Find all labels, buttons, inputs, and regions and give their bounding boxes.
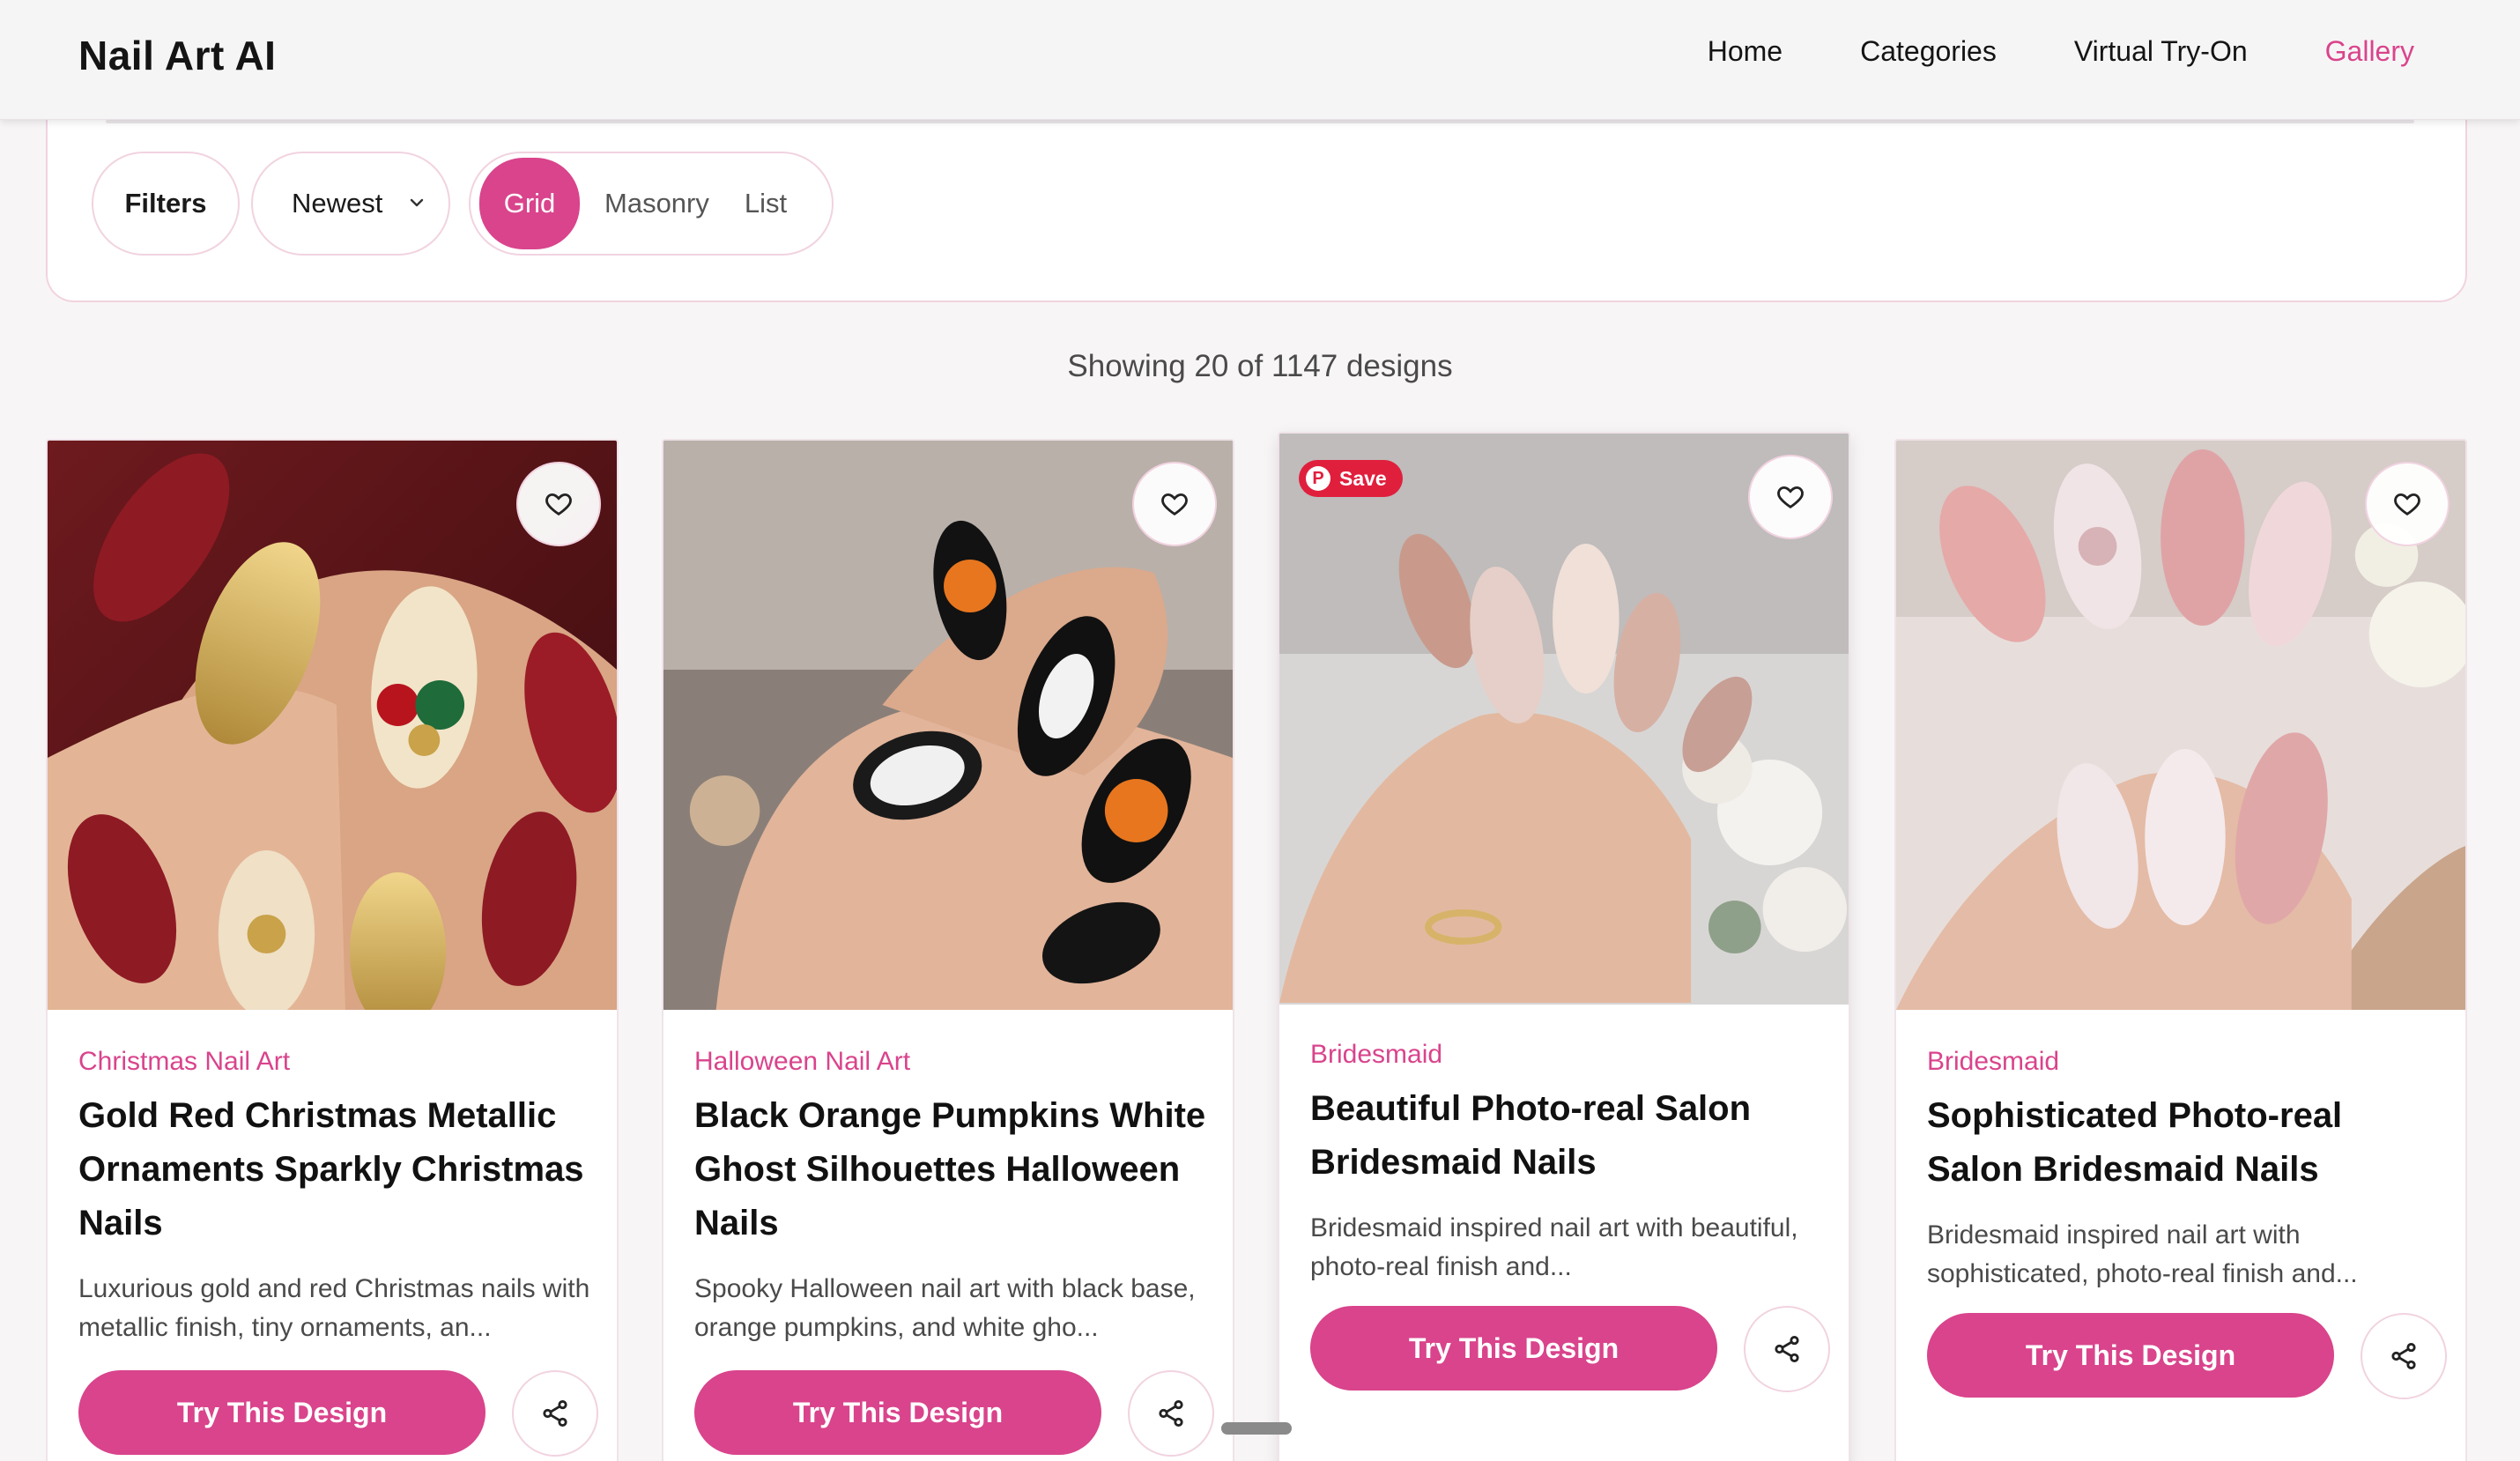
design-card[interactable]: Christmas Nail Art Gold Red Christmas Me… — [46, 439, 619, 1461]
card-category[interactable]: Bridesmaid — [1927, 1047, 2447, 1077]
card-title[interactable]: Beautiful Photo-real Salon Bridesmaid Na… — [1310, 1082, 1830, 1190]
card-actions: Try This Design — [78, 1370, 598, 1458]
share-button[interactable] — [512, 1370, 598, 1457]
horizontal-scrollbar[interactable] — [1221, 1422, 1292, 1435]
favorite-button[interactable] — [1132, 462, 1217, 546]
card-title[interactable]: Gold Red Christmas Metallic Ornaments Sp… — [78, 1089, 598, 1250]
main-nav: Home Categories Virtual Try-On Gallery — [1630, 30, 2414, 72]
try-design-button[interactable]: Try This Design — [694, 1370, 1101, 1455]
nav-home[interactable]: Home — [1708, 30, 1783, 72]
site-header: Nail Art AI Home Categories Virtual Try-… — [0, 0, 2520, 120]
sort-value: Newest — [292, 188, 383, 219]
card-actions: Try This Design — [1310, 1306, 1830, 1394]
chevron-down-icon — [410, 198, 424, 207]
design-card[interactable]: Bridesmaid Sophisticated Photo-real Salo… — [1894, 439, 2467, 1461]
card-description: Luxurious gold and red Christmas nails w… — [78, 1274, 590, 1342]
nav-virtual-try-on[interactable]: Virtual Try-On — [2074, 30, 2248, 72]
pinterest-icon: P — [1306, 466, 1330, 491]
card-body: Halloween Nail Art Black Orange Pumpkins… — [694, 1047, 1214, 1347]
brand-logo[interactable]: Nail Art AI — [78, 32, 276, 79]
save-label: Save — [1339, 466, 1387, 490]
share-button[interactable] — [2361, 1313, 2447, 1399]
share-icon — [543, 1399, 567, 1428]
try-design-button[interactable]: Try This Design — [1310, 1306, 1717, 1391]
favorite-button[interactable] — [2365, 462, 2450, 546]
card-body: Bridesmaid Beautiful Photo-real Salon Br… — [1310, 1040, 1830, 1287]
card-description: Bridesmaid inspired nail art with beauti… — [1310, 1213, 1798, 1281]
results-count: Showing 20 of 1147 designs — [1067, 349, 1453, 383]
card-body: Christmas Nail Art Gold Red Christmas Me… — [78, 1047, 598, 1347]
card-actions: Try This Design — [694, 1370, 1214, 1458]
card-category[interactable]: Halloween Nail Art — [694, 1047, 1214, 1077]
view-list-option[interactable]: List — [745, 188, 787, 219]
try-design-button[interactable]: Try This Design — [1927, 1313, 2334, 1398]
share-button[interactable] — [1744, 1306, 1830, 1392]
nav-gallery[interactable]: Gallery — [2325, 30, 2414, 72]
share-button[interactable] — [1128, 1370, 1214, 1457]
card-title[interactable]: Black Orange Pumpkins White Ghost Silhou… — [694, 1089, 1214, 1250]
design-card[interactable]: P Save Bridesmaid Beautiful Photo-real S… — [1278, 432, 1850, 1461]
card-category[interactable]: Bridesmaid — [1310, 1040, 1830, 1070]
heart-icon — [1777, 486, 1804, 509]
view-grid-option[interactable]: Grid — [479, 158, 580, 249]
favorite-button[interactable] — [1748, 455, 1833, 539]
nav-categories[interactable]: Categories — [1860, 30, 1997, 72]
favorite-button[interactable] — [516, 462, 601, 546]
view-masonry-option[interactable]: Masonry — [604, 188, 709, 219]
heart-icon — [545, 493, 572, 516]
card-category[interactable]: Christmas Nail Art — [78, 1047, 598, 1077]
share-icon — [1159, 1399, 1183, 1428]
card-title[interactable]: Sophisticated Photo-real Salon Bridesmai… — [1927, 1089, 2447, 1197]
view-toggle-group: Grid Masonry List — [469, 152, 834, 256]
sort-select[interactable]: Newest — [251, 152, 450, 256]
card-description: Spooky Halloween nail art with black bas… — [694, 1274, 1196, 1342]
card-body: Bridesmaid Sophisticated Photo-real Salo… — [1927, 1047, 2447, 1294]
share-icon — [1775, 1335, 1799, 1363]
pinterest-save-button[interactable]: P Save — [1299, 460, 1403, 497]
heart-icon — [2394, 493, 2420, 516]
card-actions: Try This Design — [1927, 1313, 2447, 1401]
filters-button[interactable]: Filters — [92, 152, 240, 256]
search-bar-edge — [106, 120, 2414, 123]
try-design-button[interactable]: Try This Design — [78, 1370, 485, 1455]
heart-icon — [1161, 493, 1188, 516]
design-card[interactable]: Halloween Nail Art Black Orange Pumpkins… — [662, 439, 1234, 1461]
share-icon — [2391, 1342, 2416, 1370]
card-description: Bridesmaid inspired nail art with sophis… — [1927, 1220, 2358, 1288]
